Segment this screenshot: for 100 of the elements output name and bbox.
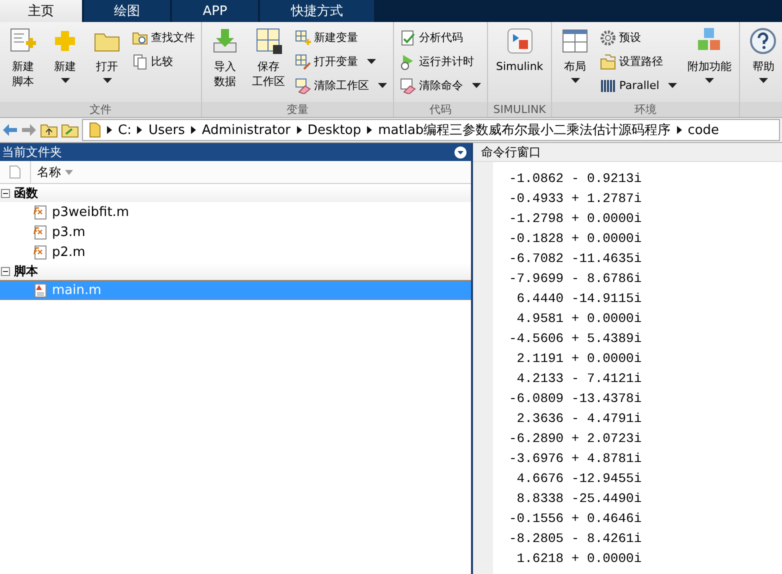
panel-menu-icon[interactable]: [454, 146, 467, 158]
file-type-icon: [9, 165, 21, 179]
file-name: p3.m: [52, 224, 86, 240]
breadcrumb[interactable]: matlab编程三参数威布尔最小二乘法估计源码程序: [378, 121, 671, 139]
output-line: -8.2805 - 8.4261i: [509, 530, 642, 548]
collapse-icon[interactable]: [1, 266, 10, 276]
find-files-icon: [132, 30, 148, 46]
breadcrumb[interactable]: Administrator: [202, 122, 290, 138]
caret-icon: [60, 78, 70, 83]
group-label-strip: [740, 102, 782, 117]
toolbar-button[interactable]: 打开: [87, 26, 127, 102]
caret-icon: [758, 78, 768, 83]
output-line: 4.9581 + 0.0000i: [516, 310, 642, 328]
toolbar-button[interactable]: 布局: [555, 26, 596, 102]
toolbar-button[interactable]: Parallel: [597, 75, 680, 96]
output-line: -6.0809 -13.4378i: [509, 390, 642, 408]
breadcrumb[interactable]: Users: [148, 122, 185, 138]
help-icon: [748, 26, 778, 56]
ribbon-tab[interactable]: 绘图: [84, 0, 172, 22]
panel-title: 当前文件夹: [2, 144, 62, 160]
toolbar-button[interactable]: 帮助: [743, 26, 782, 102]
output-line: -1.0862 - 0.9213i: [509, 170, 642, 188]
toolbar-button[interactable]: 比较: [129, 51, 198, 72]
eraser-icon: [400, 78, 416, 94]
output-line: 1.6218 + 0.0000i: [516, 550, 642, 568]
breadcrumb-arrow-icon: [107, 126, 112, 134]
collapse-icon[interactable]: [1, 188, 10, 198]
breadcrumb-arrow-icon: [190, 126, 196, 134]
output-line: -6.2890 + 2.0723i: [509, 430, 642, 448]
file-row[interactable]: p3.m: [0, 222, 471, 242]
function-file-icon: [32, 224, 48, 240]
breadcrumb-arrow-icon: [296, 126, 302, 134]
caret-icon: [102, 78, 112, 83]
file-name: main.m: [52, 282, 102, 298]
output-line: 2.1191 + 0.0000i: [516, 350, 642, 368]
function-file-icon: [32, 204, 48, 220]
column-title: 名称: [37, 164, 61, 180]
ribbon-tab[interactable]: 快捷方式: [260, 0, 376, 22]
toolbar-button[interactable]: 新建变量: [292, 27, 390, 48]
toolbar-button[interactable]: 新建 脚本: [3, 26, 43, 102]
output-line: -6.7082 -11.4635i: [509, 250, 642, 268]
folders-icon: [600, 54, 616, 70]
toolbar-button[interactable]: 设置路径: [597, 51, 680, 72]
group-row[interactable]: 函数: [0, 184, 471, 202]
up-folder-icon[interactable]: [40, 122, 58, 138]
group-label: 代码: [394, 102, 487, 117]
file-name: p3weibfit.m: [52, 204, 130, 220]
function-file-icon: [32, 244, 48, 260]
gear-icon: [600, 30, 616, 46]
group-label: 环境: [552, 102, 740, 117]
output-line: -0.1556 + 0.4646i: [509, 510, 642, 528]
parallel-bars-icon: [600, 78, 616, 94]
breadcrumb-arrow-icon: [676, 126, 682, 134]
address-bar[interactable]: C: Users Administrator Desktop matlab编程三参数威布尔最小二乘法估计源码程序 code: [82, 119, 780, 141]
toolbar-button[interactable]: Simulink: [491, 26, 548, 102]
toolbar-button[interactable]: 导入 数据: [205, 26, 245, 102]
output-line: 6.4440 -14.9115i: [516, 290, 642, 308]
compare-icon: [132, 54, 148, 70]
output-line: -4.5606 + 5.4389i: [509, 330, 642, 348]
toolbar-button[interactable]: 保存 工作区: [247, 26, 290, 102]
group-label: 变量: [202, 102, 393, 117]
analyze-code-icon: [400, 30, 416, 46]
breadcrumb[interactable]: C:: [118, 122, 132, 138]
ribbon-tab[interactable]: APP: [172, 0, 260, 22]
caret-icon: [668, 83, 678, 88]
folder-icon: [89, 122, 101, 138]
output-line: -0.1828 + 0.0000i: [509, 230, 642, 248]
caret-icon: [378, 83, 387, 88]
toolbar-button[interactable]: 查找文件: [129, 27, 198, 48]
toolbar-button[interactable]: 新建: [45, 26, 85, 102]
output-line: 8.8338 -25.4490i: [516, 490, 642, 508]
breadcrumb-arrow-icon: [137, 126, 142, 134]
file-row[interactable]: p2.m: [0, 242, 471, 262]
caret-icon: [704, 78, 714, 83]
open-variable-icon: [295, 54, 311, 70]
group-label: 文件: [0, 102, 201, 117]
breadcrumb-arrow-icon: [367, 126, 372, 134]
new-variable-icon: [295, 30, 311, 46]
caret-icon: [472, 83, 481, 88]
breadcrumb[interactable]: code: [688, 122, 720, 138]
toolbar-button[interactable]: 打开变量: [292, 51, 390, 72]
script-file-icon: [32, 282, 48, 298]
output-line: 4.6676 -12.9455i: [516, 470, 642, 488]
ribbon-tab[interactable]: 主页: [0, 0, 84, 22]
toolbar-button[interactable]: 预设: [597, 27, 680, 48]
group-title: 脚本: [14, 262, 38, 280]
caret-icon: [570, 78, 580, 83]
back-arrow-icon[interactable]: [2, 123, 18, 137]
file-name: p2.m: [52, 244, 86, 260]
toolbar-button[interactable]: 分析代码: [397, 27, 484, 48]
toolbar-button[interactable]: 运行并计时: [397, 51, 484, 72]
group-title: 函数: [14, 184, 38, 202]
toolbar-button[interactable]: 附加功能: [682, 26, 736, 102]
breadcrumb[interactable]: Desktop: [308, 122, 362, 138]
toolbar-button[interactable]: 清除命令: [397, 75, 484, 96]
group-row[interactable]: 脚本: [0, 262, 471, 280]
toolbar-button[interactable]: 清除工作区: [292, 75, 390, 96]
output-line: -3.6976 + 4.8781i: [509, 450, 642, 468]
eraser-icon: [295, 78, 311, 94]
file-row[interactable]: p3weibfit.m: [0, 202, 471, 222]
